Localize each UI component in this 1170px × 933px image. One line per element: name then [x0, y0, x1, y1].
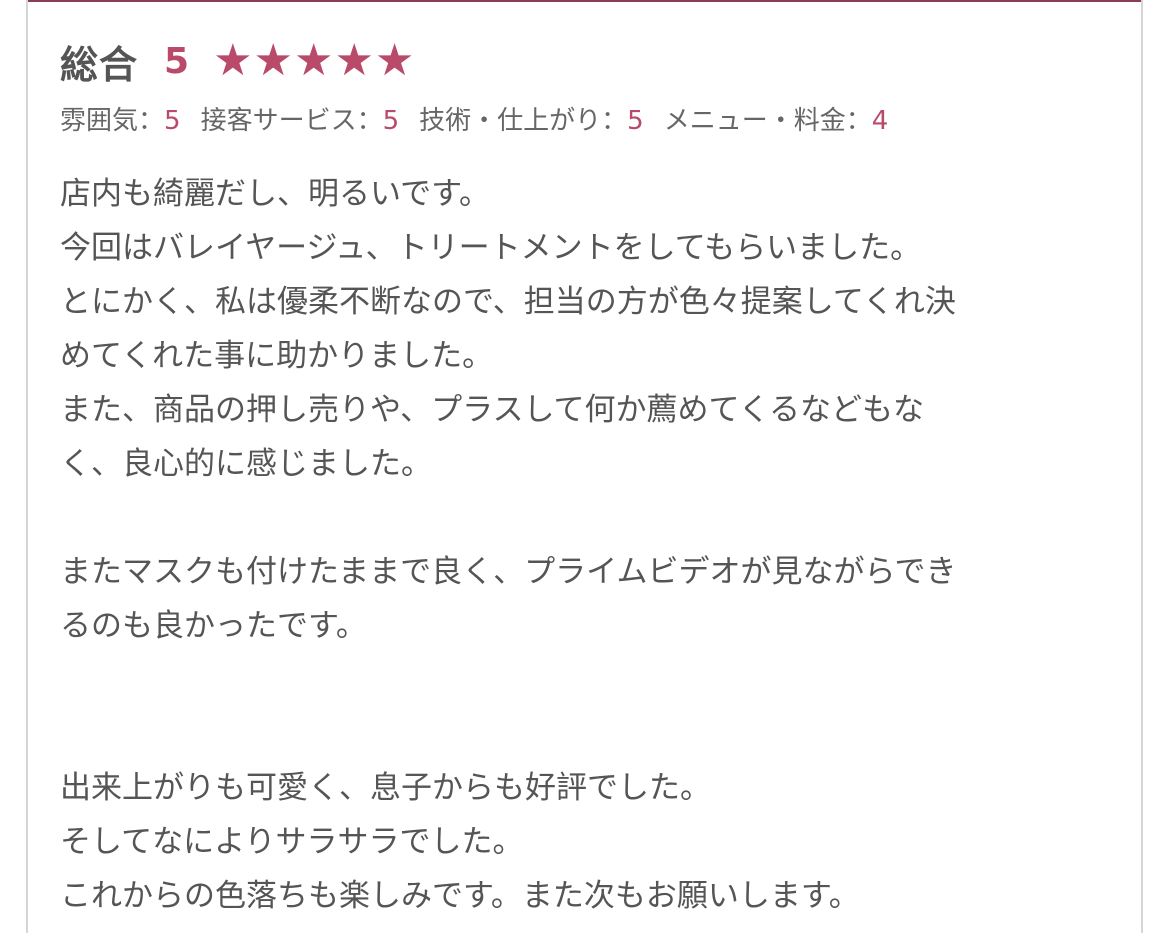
review-line: そしてなによりサラサラでした。	[60, 824, 524, 860]
subrating-value: 5	[164, 106, 181, 136]
overall-score: 5	[164, 40, 190, 82]
overall-rating: 総合 5 ★ ★ ★ ★ ★	[60, 36, 1130, 87]
review-line: めてくれた事に助かりました。	[60, 338, 494, 374]
review-paragraph: またマスクも付けたままで良く、プライムビデオが見ながらでき るのも良かったです。	[60, 545, 1130, 653]
star-icon: ★	[293, 35, 334, 86]
subrating-service: 接客サービス：5	[201, 100, 400, 137]
subrating-value: 5	[627, 106, 644, 136]
review-line: るのも良かったです。	[60, 608, 367, 644]
subrating-menu-price: メニュー・料金：4	[664, 100, 889, 137]
review-line: とにかく、私は優柔不断なので、担当の方が色々提案してくれ決	[60, 284, 956, 320]
star-icon: ★	[374, 35, 415, 86]
review-line: またマスクも付けたままで良く、プライムビデオが見ながらでき	[60, 554, 957, 590]
review-paragraph: 店内も綺麗だし、明るいです。 今回はバレイヤージュ、トリートメントをしてもらいま…	[60, 167, 1130, 491]
subrating-label: 雰囲気：	[60, 106, 165, 136]
review-line: く、良心的に感じました。	[60, 446, 432, 482]
subrating-value: 5	[382, 106, 400, 136]
review-paragraph: 出来上がりも可愛く、息子からも好評でした。 そしてなによりサラサラでした。 これ…	[60, 761, 1130, 923]
review-line: 出来上がりも可愛く、息子からも好評でした。	[60, 770, 711, 806]
review-line: これからの色落ちも楽しみです。また次もお願いします。	[60, 878, 860, 914]
subrating-label: 接客サービス：	[200, 106, 383, 136]
star-icon: ★	[253, 35, 293, 86]
review-line: 店内も綺麗だし、明るいです。	[60, 176, 490, 212]
star-icon: ★	[213, 35, 253, 86]
review-line: 今回はバレイヤージュ、トリートメントをしてもらいました。	[60, 230, 922, 266]
review-content: 総合 5 ★ ★ ★ ★ ★ 雰囲気：5 接客サービス：5 技術・仕上がり：5 …	[60, 36, 1130, 923]
subrating-label: メニュー・料金：	[663, 106, 872, 136]
subrating-value: 4	[871, 106, 889, 136]
subrating-label: 技術・仕上がり：	[419, 106, 628, 136]
review-body: 店内も綺麗だし、明るいです。 今回はバレイヤージュ、トリートメントをしてもらいま…	[60, 167, 1130, 923]
overall-label: 総合	[60, 42, 139, 87]
subrating-atmosphere: 雰囲気：5	[60, 100, 181, 137]
subrating-technique: 技術・仕上がり：5	[419, 100, 644, 137]
star-icon: ★	[334, 35, 374, 86]
sub-ratings: 雰囲気：5 接客サービス：5 技術・仕上がり：5 メニュー・料金：4	[60, 100, 1130, 137]
review-line: また、商品の押し売りや、プラスして何か薦めてくるなどもな	[60, 392, 924, 428]
star-rating: ★ ★ ★ ★ ★	[213, 39, 415, 83]
